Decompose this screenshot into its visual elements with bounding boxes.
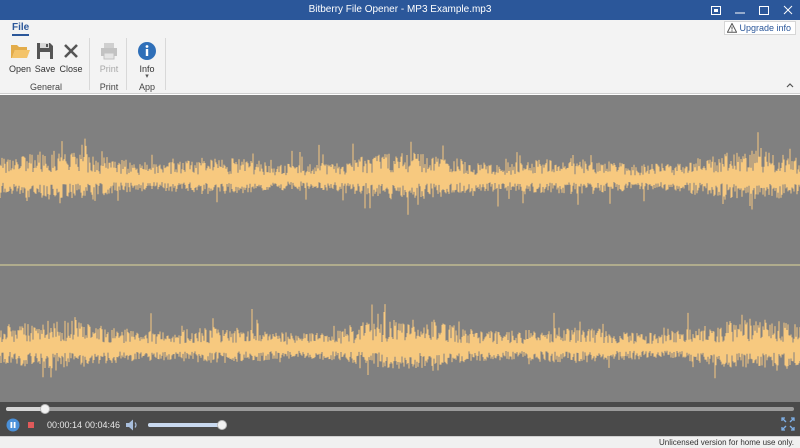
total-time: 00:04:46: [85, 420, 121, 430]
waveform-channel-2: [0, 304, 800, 379]
stop-button[interactable]: [24, 418, 38, 432]
player-bar: 00:00:14 00:04:46: [0, 402, 800, 436]
license-status: Unlicensed version for home use only.: [658, 438, 794, 447]
fullscreen-icon: [781, 417, 795, 431]
window-title: Bitberry File Opener - MP3 Example.mp3: [308, 4, 492, 15]
waveform-view[interactable]: [0, 95, 800, 402]
info-icon: [138, 42, 156, 60]
seek-handle[interactable]: [40, 404, 51, 414]
status-bar: Unlicensed version for home use only.: [0, 436, 800, 448]
group-label-app: App: [138, 82, 155, 92]
info-button[interactable]: Info ▾: [134, 40, 160, 80]
group-separator: [126, 38, 127, 90]
group-separator: [89, 38, 90, 90]
volume-handle[interactable]: [216, 420, 227, 430]
tab-file[interactable]: File: [12, 22, 30, 36]
chevron-down-icon: ▾: [145, 73, 149, 80]
speaker-icon: [126, 419, 137, 431]
volume-slider-fill: [148, 423, 222, 427]
upgrade-info-label: Upgrade info: [739, 23, 791, 33]
floppy-disk-icon: [37, 43, 53, 59]
close-file-button[interactable]: Close: [58, 40, 84, 74]
print-label: Print: [99, 64, 119, 74]
minimize-icon[interactable]: [728, 0, 752, 20]
upgrade-info-button[interactable]: Upgrade info: [724, 21, 796, 35]
open-label: Open: [8, 64, 32, 74]
volume-slider[interactable]: [148, 420, 227, 430]
close-label: Close: [59, 64, 83, 74]
pause-icon: [6, 418, 20, 432]
group-label-print: Print: [99, 82, 119, 92]
save-button[interactable]: Save: [32, 40, 58, 74]
waveform-channel-1: [0, 132, 800, 215]
waveform-canvas: [0, 132, 800, 379]
seek-bar[interactable]: [6, 404, 794, 414]
volume-button[interactable]: [124, 417, 140, 433]
fullscreen-button[interactable]: [781, 417, 795, 431]
close-x-icon: [64, 44, 78, 58]
pause-button[interactable]: [6, 418, 20, 432]
close-icon[interactable]: [776, 0, 800, 20]
ribbon-tab-row: File Upgrade info: [0, 20, 800, 36]
title-bar: Bitberry File Opener - MP3 Example.mp3: [0, 0, 800, 20]
collapse-ribbon-icon[interactable]: [786, 80, 794, 90]
open-button[interactable]: Open: [7, 40, 33, 74]
print-button[interactable]: Print: [96, 40, 122, 74]
warning-icon: [727, 23, 738, 33]
tab-file-label: File: [12, 22, 30, 33]
maximize-icon[interactable]: [752, 0, 776, 20]
group-separator: [165, 38, 166, 90]
printer-icon: [101, 43, 117, 60]
save-label: Save: [34, 64, 56, 74]
stop-icon: [28, 422, 34, 428]
folder-open-icon: [11, 45, 30, 58]
pin-icon[interactable]: [704, 0, 728, 20]
ribbon: Open Save Close General Print Print Info…: [0, 36, 800, 94]
current-time: 00:00:14: [47, 420, 83, 430]
group-label-general: General: [29, 82, 63, 92]
